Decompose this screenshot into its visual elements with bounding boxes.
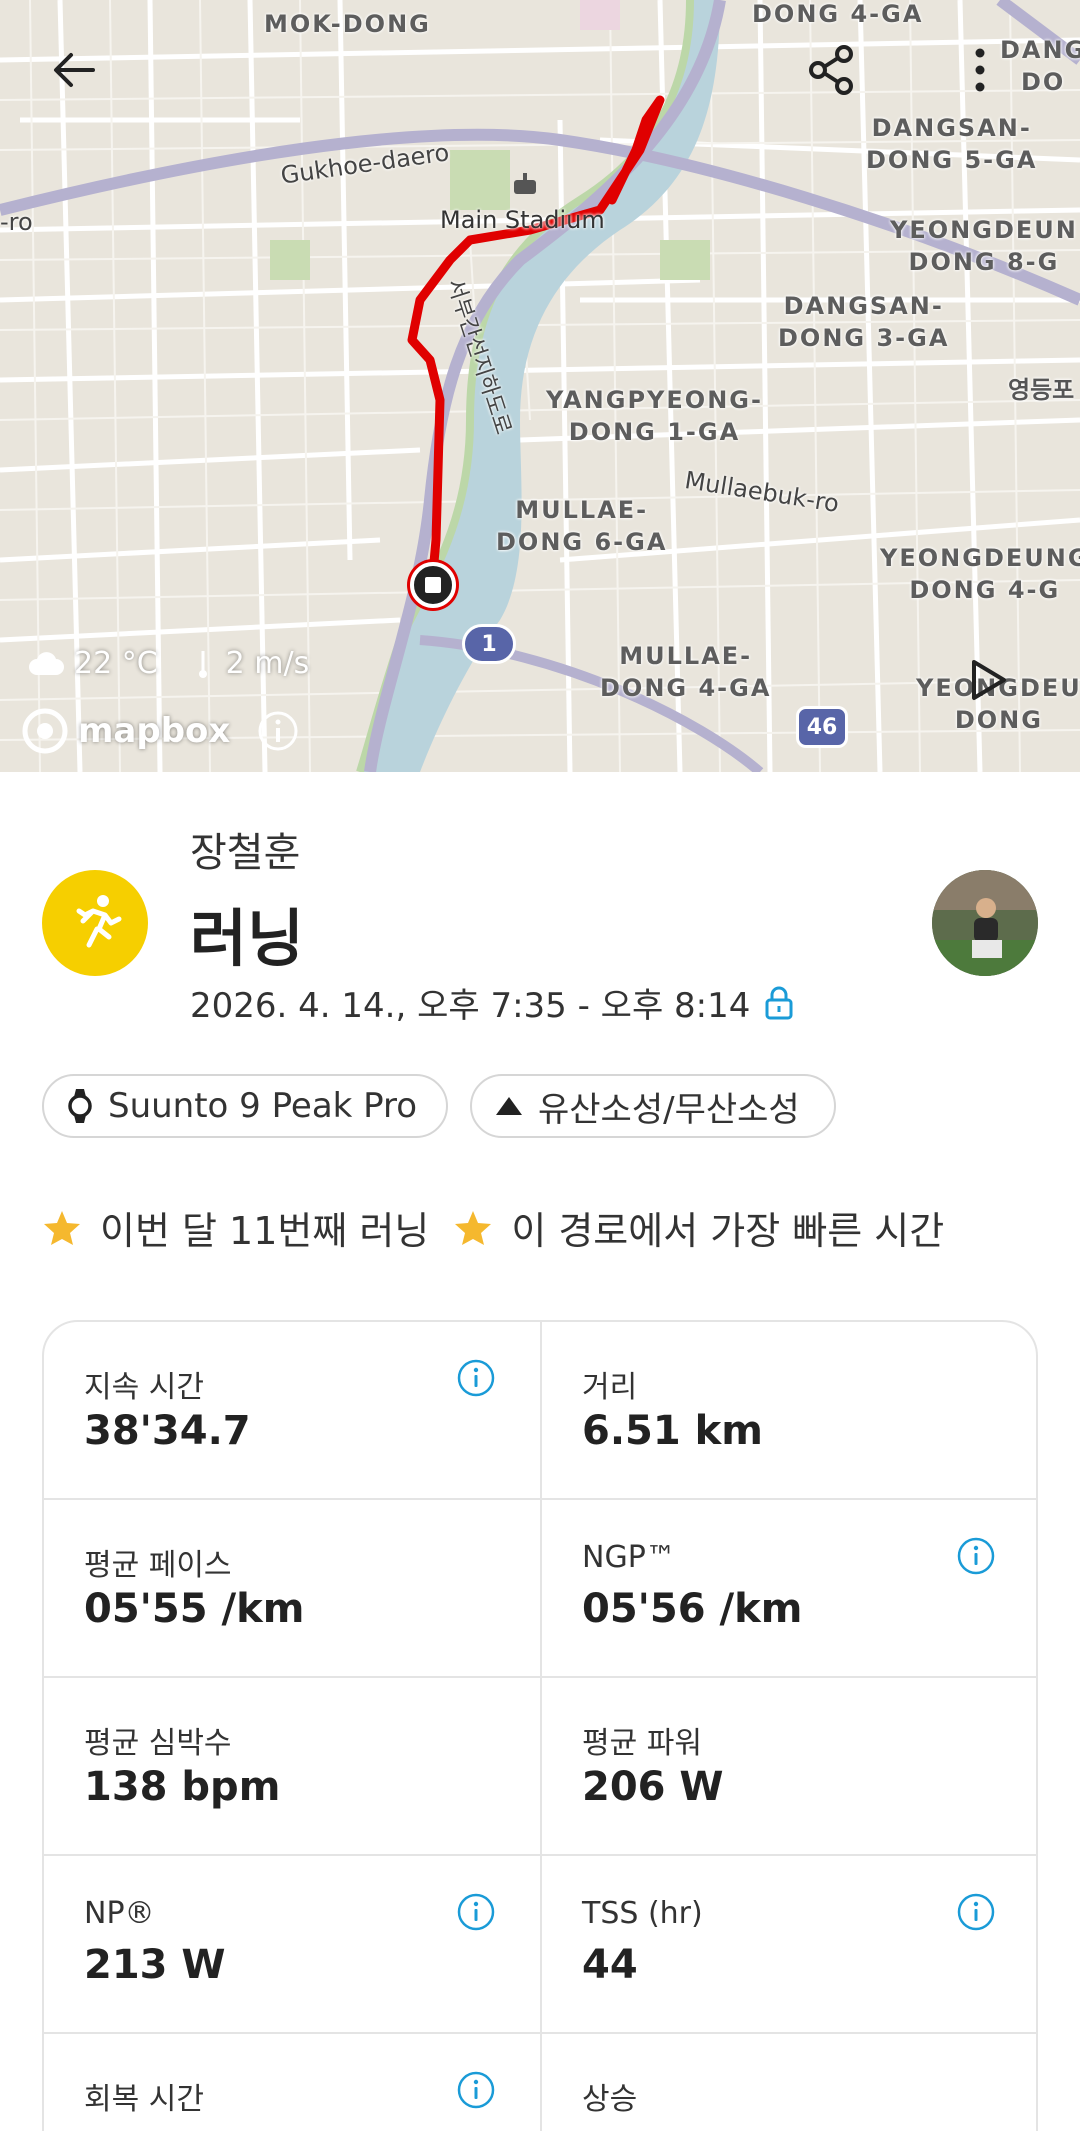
weather-info: 22 °C 2 m/s bbox=[28, 646, 331, 681]
poi-main-stadium: Main Stadium bbox=[440, 206, 605, 234]
finish-marker-icon bbox=[410, 562, 456, 608]
stat-value: 44 bbox=[582, 1942, 638, 1988]
route-shield-1: 1 bbox=[462, 624, 516, 664]
map-area-label: YEONGDEUN DONG 8-G bbox=[890, 216, 1078, 276]
road-label-ro: -ro bbox=[0, 208, 33, 236]
back-button[interactable] bbox=[34, 30, 114, 110]
activity-type-title: 러닝 bbox=[190, 902, 305, 975]
stat-cell: NGP™ 05'56 /km bbox=[542, 1500, 1036, 1678]
activity-type-badge bbox=[42, 870, 148, 976]
stat-value: 6.51 km bbox=[582, 1408, 763, 1454]
star-icon bbox=[455, 1210, 492, 1245]
map-area-label: MOK-DONG bbox=[264, 10, 431, 38]
device-name: Suunto 9 Peak Pro bbox=[108, 1086, 418, 1126]
wind-icon bbox=[198, 650, 207, 678]
activity-time: 2026. 4. 14., 오후 7:35 - 오후 8:14 bbox=[190, 978, 794, 1027]
achievement-text: 이 경로에서 가장 빠른 시간 bbox=[511, 1209, 945, 1253]
wind-value: 2 m/s bbox=[225, 646, 310, 681]
stat-label: 평균 페이스 bbox=[84, 1548, 232, 1583]
info-icon[interactable] bbox=[956, 1892, 996, 1932]
share-button[interactable] bbox=[792, 30, 872, 110]
training-tag-label: 유산소성/무산소성 bbox=[538, 1089, 800, 1130]
info-icon[interactable] bbox=[256, 709, 300, 753]
stat-cell: 평균 페이스 05'55 /km bbox=[44, 1500, 542, 1678]
stat-value: 138 bpm bbox=[84, 1764, 281, 1810]
route-shield-46: 46 bbox=[796, 706, 848, 748]
stat-cell: NP® 213 W bbox=[44, 1856, 542, 2034]
stat-value: 38'34.7 bbox=[84, 1408, 251, 1454]
map-area-label: DONG 4-GA bbox=[752, 0, 924, 28]
training-tag-chip[interactable]: 유산소성/무산소성 bbox=[470, 1074, 836, 1138]
map-area-label: DANGSAN- DONG 3-GA bbox=[778, 292, 950, 352]
triangle-up-icon bbox=[496, 1097, 522, 1115]
stadium-icon bbox=[512, 172, 538, 196]
map-area-label: MULLAE- DONG 6-GA bbox=[496, 496, 668, 556]
route-map[interactable]: MOK-DONG DONG 4-GA DANGSAN- DONG 5-GA YE… bbox=[0, 0, 1080, 772]
stat-label: TSS (hr) bbox=[582, 1896, 703, 1931]
info-icon[interactable] bbox=[456, 1892, 496, 1932]
mapbox-wordmark: mapbox bbox=[78, 711, 231, 751]
map-area-label: YANGPYEONG- DONG 1-GA bbox=[546, 386, 763, 446]
lock-icon[interactable] bbox=[764, 985, 794, 1021]
stat-cell: TSS (hr) 44 bbox=[542, 1856, 1036, 2034]
user-name[interactable]: 장철훈 bbox=[190, 820, 300, 878]
play-icon bbox=[972, 660, 1006, 700]
stat-cell: 거리 6.51 km bbox=[542, 1322, 1036, 1500]
stat-label: 상승 bbox=[582, 2082, 638, 2117]
achievement-item[interactable]: 이번 달 11번째 러닝 bbox=[42, 1200, 429, 1255]
stat-cell: 지속 시간 38'34.7 bbox=[44, 1322, 542, 1500]
stat-value: 213 W bbox=[84, 1942, 226, 1988]
mapbox-logo-icon bbox=[22, 708, 68, 754]
road-label-yeongdeungpo: 영등포 bbox=[1008, 376, 1075, 404]
runner-icon bbox=[76, 895, 122, 948]
stat-label: 평균 심박수 bbox=[84, 1726, 232, 1761]
share-icon bbox=[809, 45, 853, 95]
map-area-label: YEONGDEUNG DONG 4-G bbox=[880, 544, 1080, 604]
temperature-value: 22 °C bbox=[74, 646, 158, 681]
stat-cell: 상승 bbox=[542, 2034, 1036, 2131]
info-icon[interactable] bbox=[456, 1358, 496, 1398]
watch-icon bbox=[68, 1089, 92, 1123]
back-arrow-icon bbox=[54, 53, 95, 87]
star-icon bbox=[44, 1210, 80, 1245]
activity-time-range: 2026. 4. 14., 오후 7:35 - 오후 8:14 bbox=[190, 986, 751, 1026]
info-icon[interactable] bbox=[456, 2070, 496, 2110]
stat-value: 206 W bbox=[582, 1764, 724, 1810]
mapbox-attribution[interactable]: mapbox bbox=[20, 706, 300, 756]
achievements-row: 이번 달 11번째 러닝 이 경로에서 가장 빠른 시간 bbox=[42, 1200, 968, 1255]
stat-cell: 평균 심박수 138 bpm bbox=[44, 1678, 542, 1856]
stat-cell: 회복 시간 bbox=[44, 2034, 542, 2131]
info-icon[interactable] bbox=[956, 1536, 996, 1576]
stat-cell: 평균 파워 206 W bbox=[542, 1678, 1036, 1856]
map-area-label: MULLAE- DONG 4-GA bbox=[600, 642, 772, 702]
device-chip[interactable]: Suunto 9 Peak Pro bbox=[42, 1074, 448, 1138]
achievement-item[interactable]: 이 경로에서 가장 빠른 시간 bbox=[453, 1200, 944, 1255]
achievement-text: 이번 달 11번째 러닝 bbox=[100, 1209, 430, 1253]
stat-label: 거리 bbox=[582, 1370, 638, 1405]
stat-value: 05'56 /km bbox=[582, 1586, 803, 1632]
play-route-button[interactable] bbox=[948, 640, 1028, 720]
stat-label: NGP™ bbox=[582, 1540, 676, 1575]
stats-grid: 지속 시간 38'34.7 거리 6.51 km 평균 페이스 05'55 /km NGP™… bbox=[42, 1320, 1038, 2131]
more-vertical-icon bbox=[975, 48, 985, 92]
stat-label: 회복 시간 bbox=[84, 2082, 204, 2117]
avatar[interactable] bbox=[932, 870, 1038, 976]
stat-value: 05'55 /km bbox=[84, 1586, 305, 1632]
more-options-button[interactable] bbox=[940, 30, 1020, 110]
stat-label: NP® bbox=[84, 1896, 155, 1931]
cloud-icon bbox=[29, 651, 64, 675]
stat-label: 평균 파워 bbox=[582, 1726, 702, 1761]
stat-label: 지속 시간 bbox=[84, 1370, 204, 1405]
map-area-label: DANGSAN- DONG 5-GA bbox=[866, 114, 1038, 174]
